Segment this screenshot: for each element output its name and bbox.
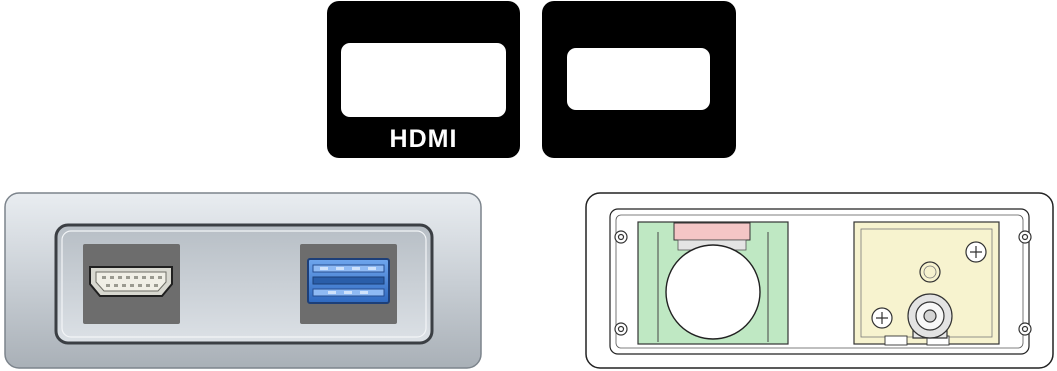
usb-rear-connector <box>907 293 953 339</box>
blank-label-plate <box>542 1 736 158</box>
phillips-screw-icon <box>965 241 987 263</box>
frame-screw-left-top <box>614 230 628 244</box>
frame-screw-left-bottom <box>614 322 628 336</box>
frame-screw-right-top <box>1018 230 1032 244</box>
phillips-screw-icon <box>871 307 893 329</box>
pink-tab <box>673 222 751 241</box>
hdmi-port-icon <box>89 266 173 297</box>
hdmi-plate-label: HDMI <box>389 125 458 153</box>
green-module-opening <box>665 244 761 340</box>
blank-plate-cutout <box>567 48 710 110</box>
hdmi-plate-cutout <box>341 43 506 117</box>
front-panel-render <box>4 192 482 369</box>
rear-panel-drawing <box>585 192 1055 369</box>
hdmi-label-plate: HDMI <box>327 1 520 158</box>
frame-screw-right-bottom <box>1018 322 1032 336</box>
usb3-port-icon <box>307 258 390 304</box>
yellow-module-small-hole <box>919 261 941 283</box>
